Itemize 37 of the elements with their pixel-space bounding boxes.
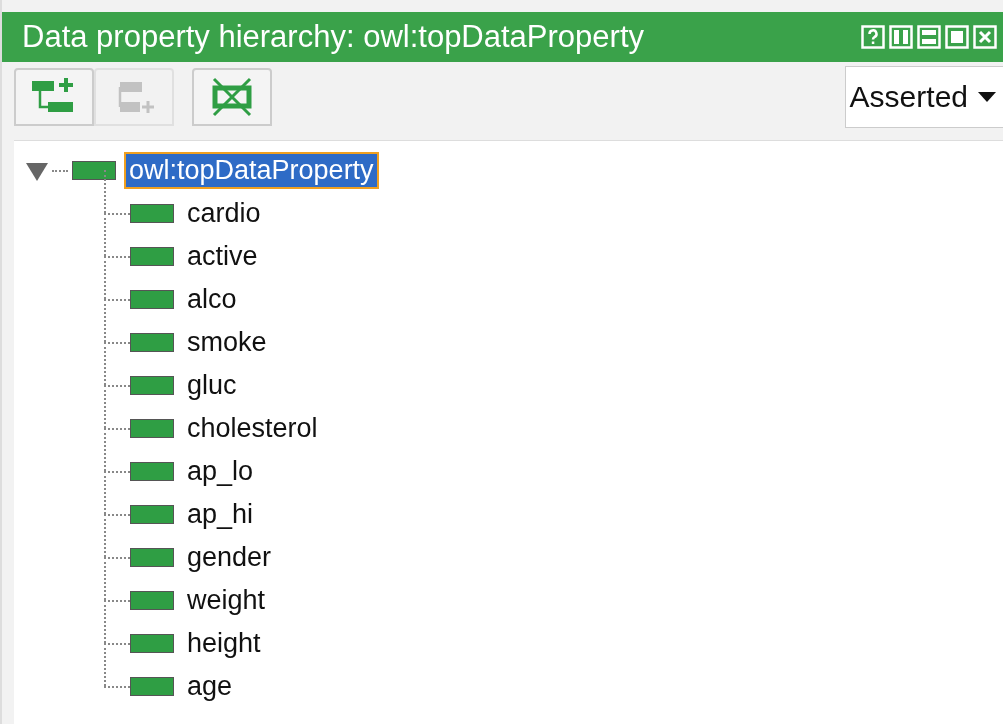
split-horizontal-icon[interactable]: [917, 25, 941, 49]
help-icon[interactable]: [861, 25, 885, 49]
tree-item[interactable]: age: [182, 668, 238, 705]
tree-item[interactable]: weight: [182, 582, 271, 619]
property-icon: [130, 505, 174, 524]
tree-item[interactable]: alco: [182, 281, 242, 318]
property-icon: [130, 548, 174, 567]
property-icon: [130, 462, 174, 481]
mode-dropdown[interactable]: Asserted: [844, 66, 1003, 128]
property-icon: [130, 204, 174, 223]
tree-item[interactable]: owl:topDataProperty: [124, 152, 379, 189]
property-icon: [130, 376, 174, 395]
tree-item[interactable]: gender: [182, 539, 277, 576]
property-icon: [130, 419, 174, 438]
property-icon: [72, 161, 116, 180]
toolbar-button[interactable]: [14, 68, 94, 126]
property-icon: [130, 634, 174, 653]
window-title: Data property hierarchy: owl:topDataProperty: [22, 19, 644, 55]
tree-item[interactable]: ap_lo: [182, 453, 259, 490]
tree-item[interactable]: cardio: [182, 195, 266, 232]
property-icon: [130, 247, 174, 266]
property-icon: [130, 677, 174, 696]
tree-item[interactable]: cholesterol: [182, 410, 323, 447]
tree-item[interactable]: active: [182, 238, 263, 275]
maximize-icon[interactable]: [945, 25, 969, 49]
property-icon: [130, 290, 174, 309]
caret-icon: [978, 92, 996, 102]
tree-item[interactable]: smoke: [182, 324, 272, 361]
expand-toggle-icon[interactable]: [26, 160, 50, 181]
tree-item[interactable]: height: [182, 625, 266, 662]
toolbar-button[interactable]: [192, 68, 272, 126]
property-icon: [130, 591, 174, 610]
tree-item[interactable]: gluc: [182, 367, 242, 404]
close-icon[interactable]: [973, 25, 997, 49]
tree-item[interactable]: ap_hi: [182, 496, 259, 533]
split-vertical-icon[interactable]: [889, 25, 913, 49]
property-icon: [130, 333, 174, 352]
